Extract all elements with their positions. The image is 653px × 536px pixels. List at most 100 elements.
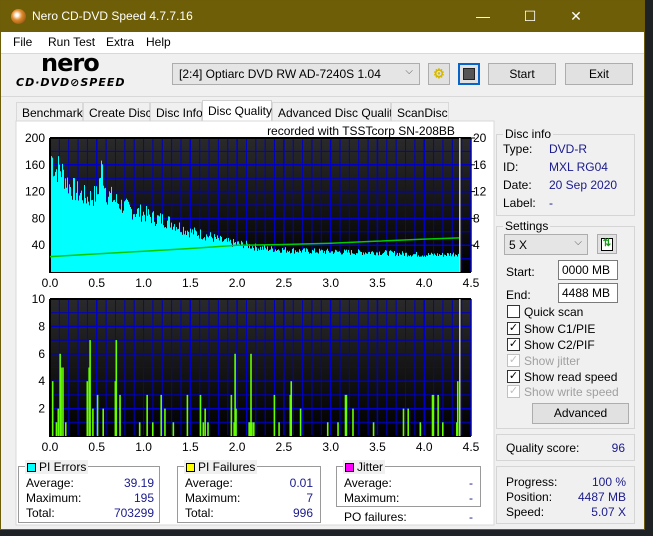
po-failures-value: - [469, 510, 473, 524]
id-label: ID: [503, 160, 519, 174]
pie-chart-y-tick-label: 120 [25, 185, 45, 199]
pif-chart-y-tick-label: 10 [32, 292, 46, 306]
pi-errors-max-label: Maximum: [26, 491, 82, 505]
speed-select[interactable]: 5 X ⌵ [504, 234, 588, 255]
check-icon: ✓ [507, 354, 520, 367]
show-read-speed-checkbox[interactable]: ✓ Show read speed [507, 370, 617, 384]
chevron-down-icon: ⌵ [574, 237, 582, 248]
jitter-max: - [469, 491, 473, 505]
pie-chart-y-tick-label: 160 [25, 158, 45, 172]
pi-failures-bar [441, 422, 444, 436]
start-input[interactable]: 0000 MB [558, 260, 618, 280]
speed-value: 5.07 X [591, 505, 626, 519]
pi-failures-max: 7 [306, 491, 313, 505]
pif-chart-x-tick-label: 0.0 [42, 440, 59, 454]
pie-chart-y-tick-label: 80 [32, 211, 46, 225]
pif-chart-y-tick-label: 8 [38, 319, 45, 333]
pie-chart-y-tick-label: 200 [25, 131, 45, 145]
pie-chart-right-tick-label: 16 [473, 158, 487, 172]
pi-failures-total: 996 [292, 506, 313, 520]
pie-chart-x-tick-label: 1.0 [135, 276, 152, 290]
quick-scan-checkbox[interactable]: Quick scan [507, 305, 583, 319]
pif-chart-y-tick-label: 4 [38, 374, 45, 388]
pif-chart-x-tick-label: 3.0 [322, 440, 339, 454]
pie-chart-x-tick-label: 3.0 [322, 276, 339, 290]
show-c2-checkbox[interactable]: ✓ Show C2/PIF [507, 338, 595, 352]
pi-failures-bar [273, 394, 276, 436]
pif-chart-x-tick-label: 2.5 [276, 440, 293, 454]
position-value: 4487 MB [577, 490, 626, 504]
end-label: End: [506, 288, 531, 302]
end-input[interactable]: 4488 MB [558, 283, 618, 303]
pi-failures-avg: 0.01 [289, 476, 313, 490]
pi-failures-bar [230, 394, 233, 436]
pi-failures-bar [235, 408, 237, 436]
speed-select-value: 5 X [509, 238, 528, 252]
pie-chart-x-tick-label: 4.5 [463, 276, 480, 290]
type-label: Type: [503, 142, 533, 156]
pie-chart-right-tick-label: 4 [473, 238, 480, 252]
pi-failures-bar [299, 408, 302, 436]
pi-failures-total-label: Total: [185, 506, 214, 520]
quality-score-label: Quality score: [506, 441, 580, 455]
jitter-swatch [345, 463, 354, 472]
pi-errors-total: 703299 [113, 506, 154, 520]
pi-failures-bar [60, 367, 62, 436]
pi-failures-bar [89, 340, 91, 436]
pi-failures-bar [199, 394, 202, 436]
pi-failures-bar [202, 422, 205, 436]
pie-chart-x-tick-label: 1.5 [182, 276, 199, 290]
pi-failures-bar [86, 381, 89, 436]
pif-chart-x-tick-label: 1.0 [135, 440, 152, 454]
pi-failures-bar [402, 408, 405, 436]
progress-label: Progress: [506, 475, 558, 489]
jitter-title: Jitter [357, 460, 384, 474]
pi-failures-bar [290, 381, 293, 436]
pi-failures-bar [51, 381, 54, 436]
pie-chart-right-tick-label: 8 [473, 211, 480, 225]
pi-failures-bar [172, 422, 175, 436]
pie-chart-y-tick-label: 40 [32, 238, 46, 252]
show-c1-checkbox[interactable]: ✓ Show C1/PIE [507, 322, 595, 336]
show-jitter-checkbox: ✓ Show jitter [507, 354, 580, 368]
pi-failures-bar [96, 394, 99, 436]
chart-title: recorded with TSSTcorp SN-208BB [267, 124, 455, 138]
pi-failures-swatch [186, 463, 195, 472]
pif-chart-x-tick-label: 4.5 [463, 440, 480, 454]
pi-failures-bar [160, 394, 162, 436]
pi-failures-bar [164, 408, 166, 436]
pi-failures-bar [419, 422, 422, 436]
pie-chart-x-tick-label: 3.5 [369, 276, 386, 290]
jitter-legend: Jitter [343, 460, 386, 474]
disc-label-value: - [549, 196, 553, 210]
pif-chart-x-tick-label: 0.5 [88, 440, 105, 454]
pi-failures-bar [55, 422, 58, 436]
pie-chart-x-tick-label: 2.0 [229, 276, 246, 290]
pi-failures-bar [253, 422, 255, 436]
check-icon: ✓ [507, 385, 520, 398]
pi-failures-bar [57, 408, 60, 436]
pie-chart-x-tick-label: 0.0 [42, 276, 59, 290]
advanced-button[interactable]: Advanced [532, 403, 629, 424]
position-label: Position: [506, 490, 553, 504]
date-value: 20 Sep 2020 [549, 178, 618, 192]
pi-errors-max: 195 [133, 491, 154, 505]
quality-score-value: 96 [611, 441, 625, 455]
pi-failures-bar [372, 422, 375, 436]
pif-chart-x-tick-label: 4.0 [416, 440, 433, 454]
pi-failures-bar [102, 408, 104, 436]
check-icon: ✓ [507, 370, 520, 383]
check-icon: ✓ [507, 322, 520, 335]
pi-failures-bar [345, 394, 348, 436]
pif-chart-x-tick-label: 3.5 [369, 440, 386, 454]
pi-failures-bar [251, 422, 253, 436]
pi-errors-legend: PI Errors [25, 460, 89, 474]
date-label: Date: [503, 178, 532, 192]
pi-failures-bar [326, 422, 329, 436]
pi-failures-bar [62, 367, 64, 436]
pi-failures-bar [337, 422, 339, 436]
refresh-button[interactable]: ⇅ [597, 234, 617, 254]
pi-errors-avg: 39.19 [123, 476, 154, 490]
jitter-avg: - [469, 476, 473, 490]
pi-failures-bar [456, 381, 459, 436]
